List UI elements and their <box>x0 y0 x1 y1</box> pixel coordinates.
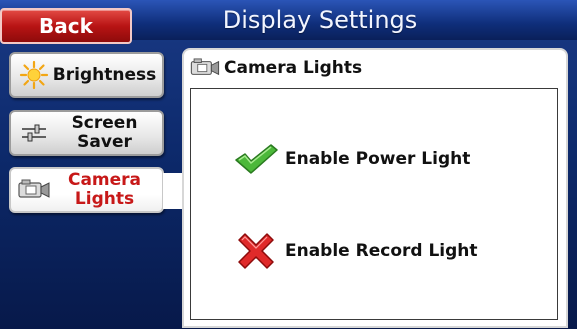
panel-header: Camera Lights <box>184 50 566 86</box>
sidebar-item-label-line1: Screen <box>71 113 138 133</box>
settings-panel: Camera Lights Enable Power Light Enable … <box>182 48 568 328</box>
panel-title: Camera Lights <box>224 58 363 78</box>
sidebar-item-label: Brightness <box>51 64 162 85</box>
enable-power-light-toggle[interactable]: Enable Power Light <box>231 141 470 177</box>
option-label: Enable Record Light <box>285 241 478 261</box>
enable-record-light-toggle[interactable]: Enable Record Light <box>231 233 478 269</box>
sidebar-item-label: Camera Lights <box>51 171 162 209</box>
slider-icon <box>17 118 51 148</box>
sidebar-item-label-line1: Brightness <box>52 64 157 85</box>
sun-icon <box>17 60 51 90</box>
sidebar-item-label: Screen Saver <box>51 114 162 152</box>
sidebar-item-label-line2: Saver <box>77 132 132 152</box>
sidebar-item-brightness[interactable]: Brightness <box>9 52 164 98</box>
x-icon <box>231 233 281 269</box>
sidebar-item-label-line1: Camera <box>67 170 142 190</box>
page-title: Display Settings <box>222 6 418 34</box>
options-list: Enable Power Light Enable Record Light <box>190 88 558 320</box>
sidebar-item-label-line2: Lights <box>74 189 135 209</box>
back-button[interactable]: Back <box>0 8 132 44</box>
check-icon <box>231 141 281 177</box>
sidebar-item-screen-saver[interactable]: Screen Saver <box>9 110 164 156</box>
camera-icon <box>17 175 51 205</box>
camera-icon <box>190 58 220 78</box>
sidebar-item-camera-lights[interactable]: Camera Lights <box>9 167 164 213</box>
option-label: Enable Power Light <box>285 149 471 169</box>
